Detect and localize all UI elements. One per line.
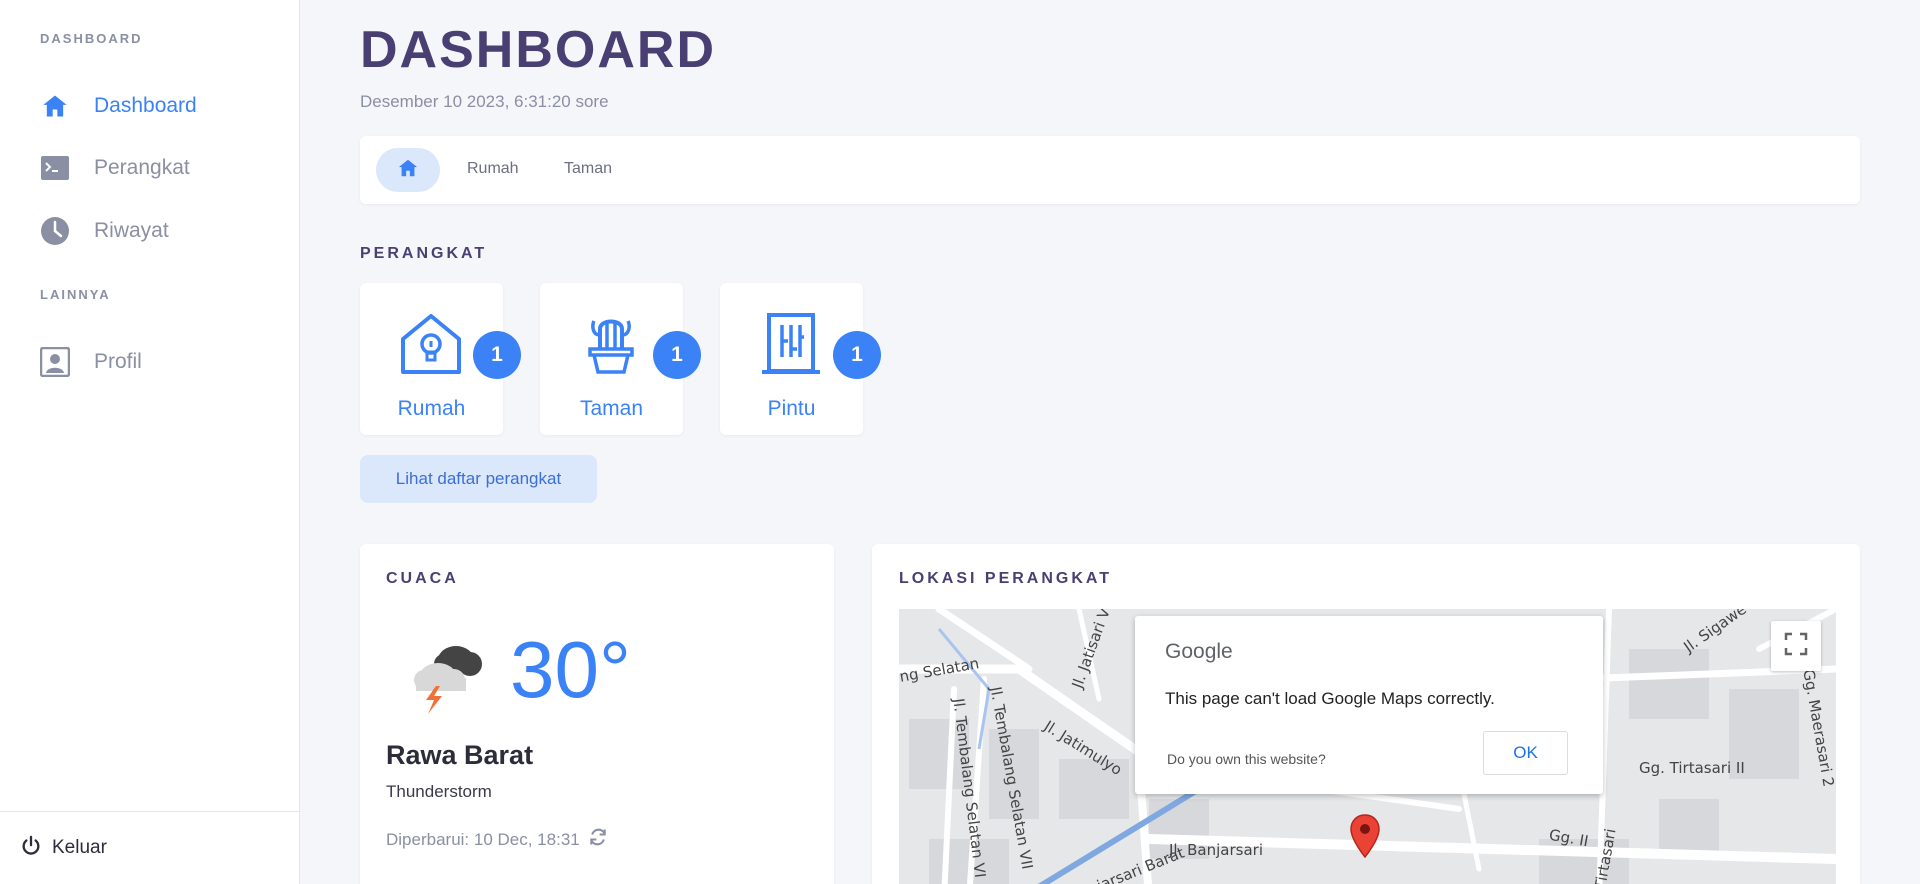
view-device-list-button[interactable]: Lihat daftar perangkat <box>360 455 597 503</box>
thunderstorm-icon <box>404 634 490 719</box>
terminal-icon <box>40 153 70 183</box>
tab-home[interactable] <box>376 148 440 192</box>
weather-location: Rawa Barat <box>386 740 534 770</box>
weather-updated-text: Diperbarui: 10 Dec, 18:31 <box>386 829 580 849</box>
clock-icon <box>40 216 70 246</box>
sidebar-item-profil[interactable]: Profil <box>40 342 142 382</box>
device-location-card: LOKASI PERANGKAT ng Selatan Jl. Jatimuly… <box>872 544 1860 884</box>
sidebar-section-lainnya: LAINNYA <box>40 287 111 302</box>
weather-updated: Diperbarui: 10 Dec, 18:31 <box>386 827 608 852</box>
sidebar-item-riwayat[interactable]: Riwayat <box>40 211 169 251</box>
weather-section-label: CUACA <box>386 570 459 587</box>
device-count-badge: 1 <box>833 331 881 379</box>
logout-button[interactable]: Keluar <box>0 811 300 884</box>
map-view[interactable]: ng Selatan Jl. Jatimulyo Jl. Jatisari V … <box>899 609 1836 884</box>
sidebar: DASHBOARD Dashboard Perangkat Riwayat LA… <box>0 0 300 884</box>
cactus-icon <box>578 311 644 377</box>
fullscreen-icon <box>1784 632 1808 661</box>
device-label: Pintu <box>767 397 816 420</box>
smart-home-icon <box>398 311 464 377</box>
sidebar-item-label: Profil <box>94 350 142 373</box>
map-fullscreen-button[interactable] <box>1771 621 1821 671</box>
logout-label: Keluar <box>52 837 107 858</box>
sidebar-item-label: Riwayat <box>94 219 169 242</box>
tab-rumah[interactable]: Rumah <box>467 160 519 178</box>
door-icon <box>758 311 824 377</box>
tab-taman[interactable]: Taman <box>564 160 612 178</box>
weather-temperature: 30° <box>510 625 631 714</box>
device-count-badge: 1 <box>473 331 521 379</box>
sidebar-item-dashboard[interactable]: Dashboard <box>40 86 197 126</box>
home-icon <box>40 91 70 121</box>
map-ok-button[interactable]: OK <box>1483 731 1568 775</box>
device-count-badge: 1 <box>653 331 701 379</box>
own-website-link[interactable]: Do you own this website? <box>1167 751 1326 767</box>
map-error-dialog: Google This page can't load Google Maps … <box>1135 616 1603 794</box>
weather-card: CUACA 30° Rawa Barat Thunderstorm Diperb… <box>360 544 834 884</box>
google-logo: Google <box>1165 640 1233 663</box>
map-section-label: LOKASI PERANGKAT <box>899 570 1113 587</box>
weather-condition: Thunderstorm <box>386 782 492 801</box>
home-icon <box>397 157 419 184</box>
street-label: Gg. Tirtasari II <box>1639 759 1745 777</box>
power-icon <box>20 835 42 862</box>
profile-icon <box>40 347 70 377</box>
refresh-icon[interactable] <box>588 827 608 852</box>
page-datetime: Desember 10 2023, 6:31:20 sore <box>360 92 609 111</box>
location-tabbar: Rumah Taman <box>360 136 1860 204</box>
devices-section-label: PERANGKAT <box>360 245 488 262</box>
device-label: Taman <box>579 397 644 420</box>
map-error-message: This page can't load Google Maps correct… <box>1165 689 1495 708</box>
sidebar-section-dashboard: DASHBOARD <box>40 31 143 46</box>
sidebar-item-perangkat[interactable]: Perangkat <box>40 148 190 188</box>
device-label: Rumah <box>397 397 466 420</box>
sidebar-item-label: Dashboard <box>94 94 197 117</box>
sidebar-item-label: Perangkat <box>94 156 190 179</box>
map-marker-icon[interactable] <box>1349 813 1381 864</box>
page-title: DASHBOARD <box>360 21 716 79</box>
